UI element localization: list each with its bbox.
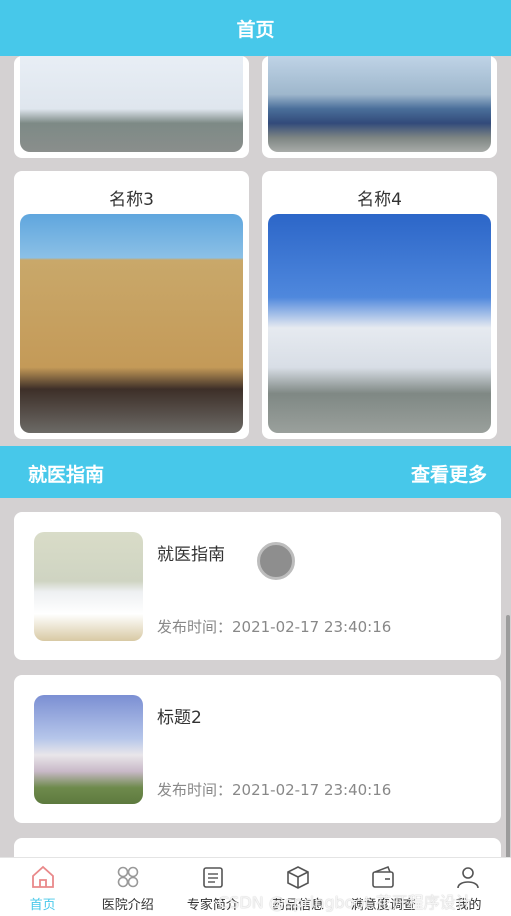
hospital-name: 名称3	[109, 190, 154, 210]
tab-label: 首页	[29, 898, 56, 913]
news-item[interactable]: 标题2 发布时间：2021-02-17 23:40:16	[14, 675, 501, 823]
news-item[interactable]: 就医指南 发布时间：2021-02-17 23:40:16	[14, 512, 501, 660]
hospital-card-4[interactable]: 名称4	[262, 171, 497, 439]
home-icon	[31, 865, 54, 888]
wallet-icon	[372, 865, 395, 888]
hospital-image	[20, 56, 243, 152]
hospital-card-2[interactable]	[262, 56, 497, 158]
hospital-card-3[interactable]: 名称3	[14, 171, 249, 439]
news-title: 标题2	[157, 708, 202, 728]
page-header: 首页	[0, 0, 511, 56]
hospital-image	[268, 214, 491, 433]
guide-section-header: 就医指南 查看更多	[0, 446, 511, 498]
news-title: 就医指南	[157, 545, 225, 565]
box-icon	[287, 866, 309, 889]
hospital-name: 名称4	[357, 190, 402, 210]
tab-label: 医院介绍	[101, 898, 154, 913]
hospital-image	[268, 56, 491, 152]
watermark: CSDN @springboot 花开程序设计	[218, 893, 472, 912]
view-more-link[interactable]: 查看更多	[411, 460, 487, 487]
section-title: 就医指南	[28, 464, 105, 486]
hospital-image	[20, 214, 243, 433]
tab-hospital-intro[interactable]: 医院介绍	[85, 858, 170, 916]
doc-icon	[203, 867, 223, 888]
news-time: 发布时间：2021-02-17 23:40:16	[157, 618, 392, 636]
hospital-card-1[interactable]	[14, 56, 249, 158]
scrollbar[interactable]	[506, 615, 510, 861]
news-thumbnail	[34, 532, 143, 641]
tab-home[interactable]: 首页	[0, 858, 85, 916]
user-icon	[457, 867, 480, 889]
news-thumbnail	[34, 695, 143, 804]
news-time: 发布时间：2021-02-17 23:40:16	[157, 781, 392, 799]
page-title: 首页	[236, 18, 275, 41]
grid-icon	[117, 866, 139, 888]
touch-indicator	[257, 542, 295, 580]
